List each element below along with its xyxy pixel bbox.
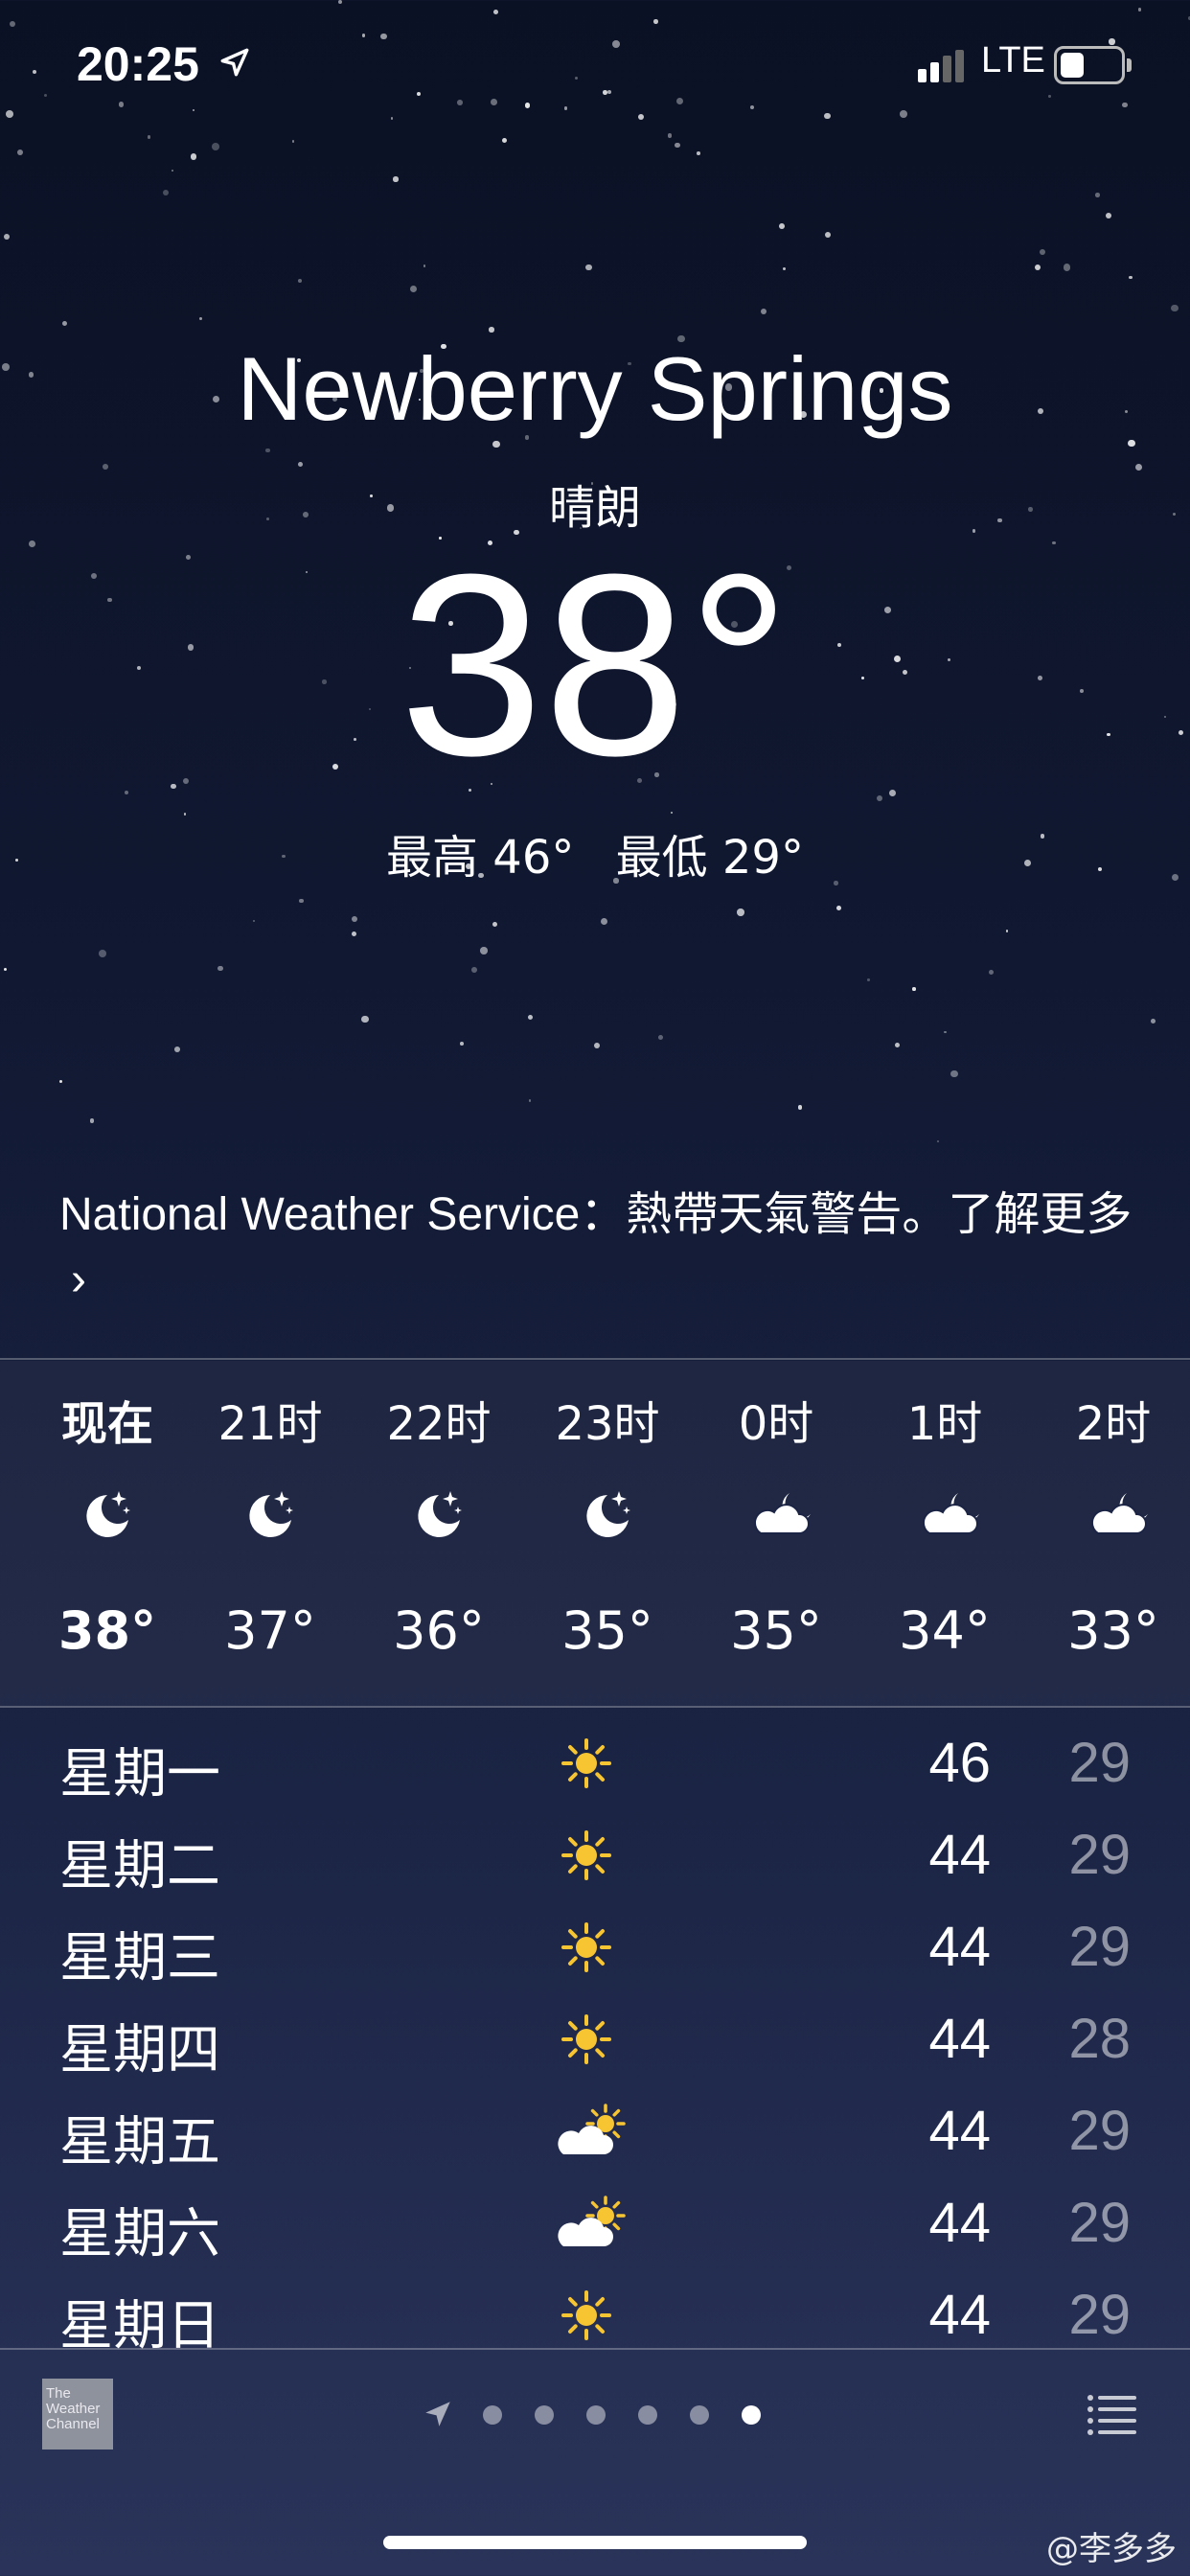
current-temperature: 38° [399,521,791,810]
page-dot[interactable] [690,2405,709,2425]
status-bar: 20:25 LTE [0,0,1190,134]
cloud-moon-icon [1085,1485,1148,1543]
day-low: 29 [1068,2284,1131,2346]
day-row: 星期六 44 29 [0,2177,1190,2269]
moon-stars-icon [79,1485,136,1543]
day-high: 44 [928,1916,991,1978]
cloud-moon-icon [916,1485,979,1543]
day-name: 星期二 [59,1835,220,1898]
hour-temperature: 33° [1067,1600,1159,1661]
moon-stars-icon [579,1485,636,1543]
day-low: 28 [1068,2008,1131,2070]
hourly-forecast[interactable]: 现在 38° 21时 37° 22时 36° 23时 35° 0时 35° 1时 34° 2时 33° [0,1361,1190,1706]
home-indicator[interactable] [383,2536,807,2549]
location-arrow-icon [220,48,249,77]
chevron-right-icon: › [71,1254,86,1305]
day-high: 44 [928,1824,991,1886]
partly-cloudy-icon [558,2103,630,2160]
page-dot[interactable] [586,2405,606,2425]
hour-label: 23时 [555,1397,660,1451]
moon-stars-icon [410,1485,468,1543]
cloud-moon-icon [747,1485,811,1543]
sun-icon [558,1735,630,1792]
watermark: @李多多 [1046,2530,1177,2568]
day-name: 星期四 [59,2019,220,2082]
network-type: LTE [981,40,1045,80]
hour-label: 21时 [217,1397,323,1451]
page-dot[interactable] [535,2405,554,2425]
sun-icon [558,1919,630,1976]
day-low: 29 [1068,2100,1131,2162]
sun-icon [558,2011,630,2068]
hour-temperature: 34° [899,1600,991,1661]
day-row: 星期四 44 28 [0,1993,1190,2085]
day-high: 44 [928,2192,991,2254]
day-name: 星期三 [59,1927,220,1990]
day-name: 星期五 [59,2111,220,2174]
battery-icon [1054,46,1132,84]
day-row: 星期一 46 29 [0,1717,1190,1809]
city-name: Newberry Springs [237,338,953,439]
hour-label: 22时 [386,1397,492,1451]
day-low: 29 [1068,2192,1131,2254]
high-low-temperatures: 最高 46° 最低 29° [0,819,1190,886]
current-location-icon [425,2402,450,2426]
day-low: 29 [1068,1732,1131,1794]
hour-temperature: 35° [730,1600,822,1661]
city-list-icon[interactable] [1087,2394,1136,2436]
divider [0,1358,1190,1360]
hour-temperature: 38° [57,1600,157,1661]
page-dot[interactable] [483,2405,502,2425]
hour-label: 2时 [1075,1397,1152,1451]
partly-cloudy-icon [558,2195,630,2252]
hour-temperature: 36° [393,1600,485,1661]
page-dot[interactable] [742,2405,761,2425]
cellular-signal-icon [918,50,964,82]
day-low: 29 [1068,1824,1131,1886]
day-high: 44 [928,2100,991,2162]
hour-label: 现在 [60,1397,153,1451]
weather-alert-text: National Weather Service：熱帶天氣警告。了解更多 [59,1189,1133,1240]
sun-icon [558,1827,630,1884]
sun-icon [558,2287,630,2344]
day-name: 星期一 [59,1743,220,1806]
status-time: 20:25 [77,37,199,91]
page-dot[interactable] [638,2405,657,2425]
hour-temperature: 37° [224,1600,316,1661]
weather-channel-logo[interactable]: The Weather Channel [42,2379,113,2450]
moon-stars-icon [241,1485,299,1543]
high-temperature: 最高 46° [386,831,575,885]
day-row: 星期三 44 29 [0,1901,1190,1993]
divider [0,1706,1190,1708]
hour-label: 1时 [906,1397,983,1451]
low-temperature: 最低 29° [615,831,804,885]
day-row: 星期二 44 29 [0,1809,1190,1901]
hour-temperature: 35° [561,1600,653,1661]
weather-alert-link[interactable]: National Weather Service：熱帶天氣警告。了解更多 › [59,1183,1133,1313]
bottom-toolbar: The Weather Channel [0,2348,1190,2482]
day-high: 46 [928,1732,991,1794]
day-high: 44 [928,2008,991,2070]
day-row: 星期五 44 29 [0,2085,1190,2177]
hour-label: 0时 [738,1397,814,1451]
day-high: 44 [928,2284,991,2346]
day-low: 29 [1068,1916,1131,1978]
day-name: 星期六 [59,2203,220,2266]
